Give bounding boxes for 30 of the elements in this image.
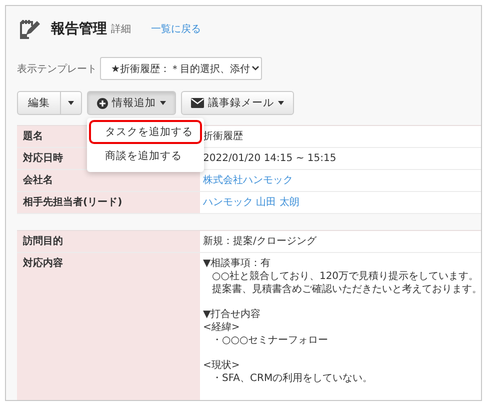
dropdown-toggle-button[interactable] [61,91,82,115]
caret-icon [160,101,166,105]
field-label: 対応内容 [17,253,200,400]
template-label: 表示テンプレート [17,62,97,76]
notepad-pencil-icon [17,17,41,41]
mail-icon [191,98,204,108]
text-line: ・SFA、CRMの利用をしていない。 [211,372,374,385]
text-line: ・○○○セミナーフォロー [211,334,330,347]
edit-button[interactable]: 編集 [17,91,61,115]
page-title: 報告管理 [51,20,107,38]
value-link[interactable]: ハンモック 山田 太朗 [203,197,300,208]
text-line: <経緯> [203,321,241,334]
text-line: ▼相談事項：有 [203,257,272,270]
value-link[interactable]: 株式会社ハンモック [203,175,293,186]
caret-icon [278,101,284,105]
caret-icon [68,101,74,105]
menu-button[interactable]: 議事録メール [181,91,294,115]
chevron-down-icon [252,66,259,71]
text-line: ▼打合せ内容 [203,308,262,321]
page-subtitle: 詳細 [111,22,131,36]
menu-item[interactable]: タスクを追加する [89,120,202,144]
menu-button[interactable]: 情報追加 [87,91,176,115]
template-select[interactable]: ★折衝履歴：＊目的選択、添付 [100,57,262,80]
field-label: 会社名 [17,170,200,191]
text-line: 提案書、見積書含めご確認いただきたいと考えております。 [211,283,481,296]
field-label: 相手先担当者(リード) [17,192,200,213]
plus-circle-icon [97,98,108,108]
text-line: ○○社と競合しており、120万で見積り提示をしています。 [211,270,480,283]
text-line: <現状> [203,359,241,372]
field-label: 訪問目的 [17,231,200,252]
